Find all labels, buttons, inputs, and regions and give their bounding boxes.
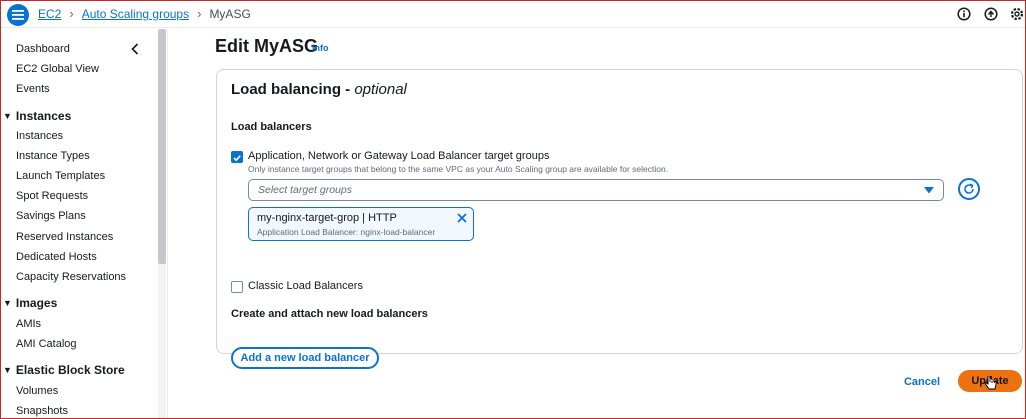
sidebar-item-launch-templates[interactable]: Launch Templates [16,170,105,182]
sidebar-item-events[interactable]: Events [16,83,50,95]
sidebar-section-elastic-block-store[interactable]: ▼ Elastic Block Store [3,363,125,377]
pointer-cursor-icon [985,376,997,390]
load-balancing-card: Load balancing - optional Load balancers… [216,69,1023,369]
alb-target-groups-checkbox[interactable] [231,151,243,163]
sidebar-item-capacity-reservations[interactable]: Capacity Reservations [16,271,126,283]
caret-down-icon [924,187,934,194]
caret-down-icon: ▼ [3,298,12,308]
sidebar-item-amis[interactable]: AMIs [16,318,41,330]
cancel-button[interactable]: Cancel [900,373,944,391]
breadcrumb: EC2 › Auto Scaling groups › MyASG [38,7,251,21]
breadcrumb-auto-scaling-groups[interactable]: Auto Scaling groups [82,7,189,21]
sidebar-section-label: Images [15,296,58,310]
target-groups-select[interactable]: Select target groups [248,179,944,201]
sidebar-section-label: Elastic Block Store [15,363,125,377]
sidebar-section-images[interactable]: ▼ Images [3,296,57,310]
sidebar-section-label: Instances [15,109,72,123]
sidebar-item-savings-plans[interactable]: Savings Plans [16,210,86,222]
card-title-text: Load balancing - [231,81,355,98]
refresh-button[interactable] [958,178,980,200]
chevron-right-icon: › [197,6,202,21]
sidebar-item-spot-requests[interactable]: Spot Requests [16,190,88,202]
sidebar-item-snapshots[interactable]: Snapshots [16,405,68,417]
classic-lb-label[interactable]: Classic Load Balancers [248,280,363,292]
sidebar-item-instance-types[interactable]: Instance Types [16,150,90,162]
select-placeholder: Select target groups [258,184,352,196]
sidebar-item-volumes[interactable]: Volumes [16,385,58,397]
alb-target-groups-hint: Only instance target groups that belong … [248,164,669,174]
top-bar: EC2 › Auto Scaling groups › MyASG [0,0,1026,28]
caret-down-icon: ▼ [3,365,12,375]
info-link[interactable]: Info [312,43,329,53]
menu-icon[interactable] [7,4,29,26]
caret-down-icon: ▼ [3,111,12,121]
sidebar-item-dashboard[interactable]: Dashboard [16,43,70,55]
sidebar-item-dedicated-hosts[interactable]: Dedicated Hosts [16,251,97,263]
sidebar-scrollbar-thumb[interactable] [158,29,166,264]
card-title-optional: optional [354,81,407,98]
info-icon[interactable] [957,7,971,21]
chevron-left-icon[interactable] [129,42,141,56]
notifications-icon[interactable] [984,7,998,21]
sidebar-item-instances[interactable]: Instances [16,130,63,142]
sidebar-section-instances[interactable]: ▼ Instances [3,109,71,123]
sidebar-item-reserved-instances[interactable]: Reserved Instances [16,231,113,243]
classic-lb-checkbox[interactable] [231,281,243,293]
page-title: Edit MyASG [215,36,319,56]
breadcrumb-ec2[interactable]: EC2 [38,7,61,21]
token-subtitle: Application Load Balancer: nginx-load-ba… [257,227,436,237]
load-balancers-label: Load balancers [231,121,312,133]
sidebar-item-ami-catalog[interactable]: AMI Catalog [16,338,77,350]
sidebar-item-ec2-global-view[interactable]: EC2 Global View [16,63,99,75]
refresh-icon [964,183,974,194]
settings-icon[interactable] [1010,7,1024,21]
token-title: my-nginx-target-grop | HTTP [257,212,397,224]
add-load-balancer-button[interactable]: Add a new load balancer [231,347,379,369]
create-attach-label: Create and attach new load balancers [231,308,428,320]
sidebar: Dashboard EC2 Global View Events ▼ Insta… [0,29,168,419]
main-content: Edit MyASG Info Load balancing - optiona… [169,29,1026,419]
selected-target-group-token: my-nginx-target-grop | HTTP Application … [248,207,474,241]
alb-target-groups-label[interactable]: Application, Network or Gateway Load Bal… [248,150,549,162]
breadcrumb-current: MyASG [209,7,251,21]
card-title: Load balancing - optional [231,81,407,98]
close-icon[interactable] [456,212,468,224]
chevron-right-icon: › [69,6,74,21]
check-icon [233,155,241,162]
